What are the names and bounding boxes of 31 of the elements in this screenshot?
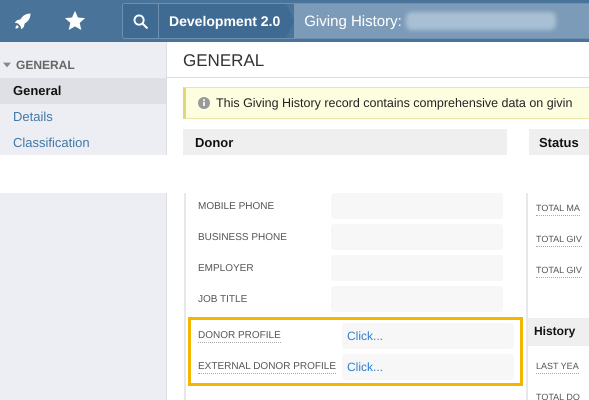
field-label: TOTAL GIV — [536, 232, 582, 246]
page-title: GENERAL — [167, 42, 589, 78]
field-label: TOTAL MA — [536, 202, 580, 216]
section-header: Donor — [183, 129, 507, 155]
breadcrumb-label: Giving History: — [304, 12, 402, 30]
rocket-icon[interactable] — [13, 11, 33, 31]
field-label: JOB TITLE — [198, 294, 248, 304]
click-link[interactable]: Click... — [347, 360, 383, 374]
sidebar-section-header[interactable]: GENERAL — [0, 42, 166, 78]
search-button[interactable] — [123, 4, 159, 38]
search-icon — [132, 12, 149, 30]
click-link[interactable]: Click... — [347, 329, 383, 343]
breadcrumb-label: Development 2.0 — [169, 13, 280, 29]
field-label: TOTAL GIV — [536, 264, 582, 278]
sidebar-item[interactable]: General — [0, 78, 166, 104]
sidebar-item[interactable]: Details — [0, 104, 166, 130]
breadcrumb[interactable]: Development 2.0 — [159, 4, 294, 38]
field-label: BUSINESS PHONE — [198, 232, 288, 242]
field-label: DONOR PROFILE — [198, 329, 281, 343]
sidebar-item[interactable]: Classification — [0, 130, 166, 156]
field-label: TOTAL DO — [536, 390, 580, 400]
section-header: History — [528, 318, 589, 346]
info-text: This Giving History record contains comprehensive data on givin — [216, 96, 572, 110]
field-label: EMPLOYER — [198, 262, 255, 274]
field-label: MOBILE PHONE — [198, 200, 276, 212]
field-label: LAST YEA — [536, 360, 579, 374]
breadcrumb[interactable]: Giving History: — [294, 4, 589, 38]
section-header: Status — [529, 129, 589, 155]
info-icon — [198, 97, 210, 109]
star-icon[interactable] — [64, 10, 86, 32]
field-label: EXTERNAL DONOR PROFILE — [198, 360, 336, 374]
